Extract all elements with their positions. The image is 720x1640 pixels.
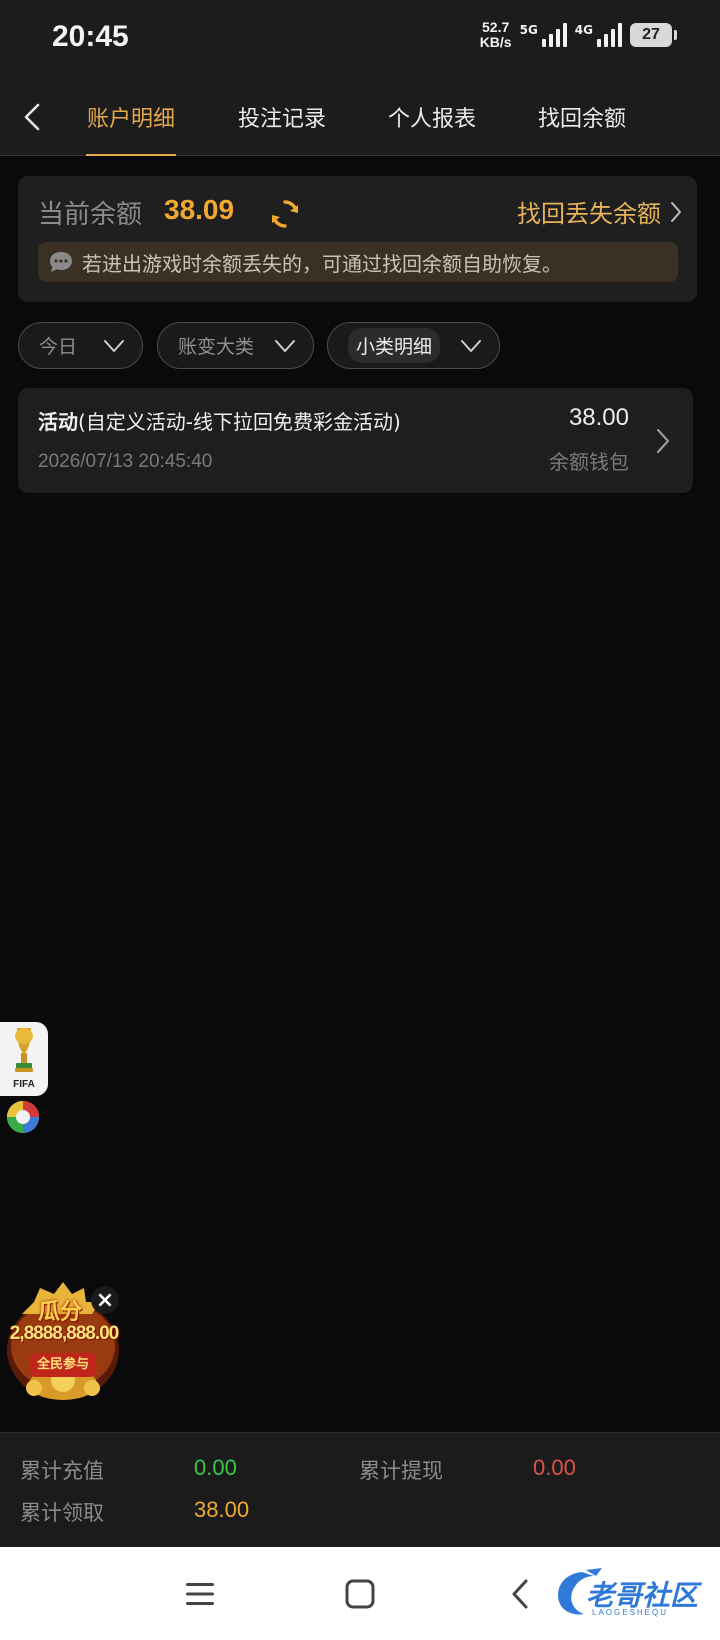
tab-personal-report[interactable]: 个人报表 (382, 78, 482, 156)
signal-4g-icon: 4G (575, 23, 622, 47)
chevron-right-icon (671, 201, 681, 222)
recent-apps-button[interactable] (180, 1577, 220, 1611)
total-withdraw-label: 累计提现 (359, 1459, 443, 1483)
chevron-down-icon (275, 340, 295, 352)
refresh-icon[interactable] (269, 198, 301, 230)
chevron-left-icon (24, 103, 40, 131)
top-nav: 账户明细 投注记录 个人报表 找回余额 (0, 78, 720, 156)
fifa-label: FIFA (13, 1079, 35, 1090)
filter-category-label: 账变大类 (178, 336, 255, 358)
home-square-icon (345, 1579, 375, 1609)
system-back-button[interactable] (500, 1577, 540, 1611)
total-recharge-value: 0.00 (194, 1455, 237, 1480)
world-cup-ball-icon[interactable] (6, 1100, 40, 1134)
chevron-right-icon (656, 428, 670, 454)
record-title: 活动(自定义活动-线下拉回免费彩金活动) (38, 406, 401, 435)
balance-card: 当前余额 38.09 找回丢失余额 若进出游戏时余额丢失的，可通过找回余额自助恢… (18, 176, 697, 302)
battery-icon: 27 (630, 23, 677, 47)
recover-lost-balance-link[interactable]: 找回丢失余额 (517, 194, 683, 229)
total-claimed-label: 累计领取 (20, 1501, 104, 1525)
trophy-icon (15, 1028, 33, 1072)
back-arrow-icon (512, 1579, 528, 1609)
tab-recover-balance[interactable]: 找回余额 (532, 78, 632, 156)
fifa-widget[interactable]: FIFA (0, 1022, 48, 1096)
record-datetime: 2026/07/13 20:45:40 (38, 451, 213, 472)
record-wallet: 余额钱包 (549, 450, 629, 474)
record-amount: 38.00 (568, 404, 629, 431)
filter-date[interactable]: 今日 (18, 322, 143, 369)
notice-text: 若进出游戏时余额丢失的，可通过找回余额自助恢复。 (82, 251, 562, 276)
total-claimed-value: 38.00 (194, 1497, 250, 1522)
promo-tagline: 全民参与 (30, 1353, 96, 1377)
home-button[interactable] (340, 1577, 380, 1611)
total-recharge-label: 累计充值 (20, 1459, 104, 1483)
record-type: 活动 (38, 410, 78, 434)
back-button[interactable] (14, 92, 50, 142)
signal-5g-icon: 5G (520, 23, 567, 47)
close-icon[interactable]: × (91, 1286, 119, 1314)
filter-category[interactable]: 账变大类 (157, 322, 314, 369)
total-withdraw-value: 0.00 (533, 1455, 576, 1480)
promo-amount: 2,8888,888.00 (9, 1323, 120, 1344)
promo-title: 瓜分 (37, 1300, 82, 1325)
chat-bubble-icon (50, 252, 72, 272)
record-detail: (自定义活动-线下拉回免费彩金活动) (78, 410, 401, 434)
summary-panel: 累计充值 0.00 累计提现 0.00 累计领取 38.00 (0, 1432, 720, 1547)
network-speed: 52.7 KB/s (479, 19, 512, 50)
watermark-subtext: LAOGESHEQU (592, 1608, 669, 1617)
tab-bet-records[interactable]: 投注记录 (232, 78, 332, 156)
clock: 20:45 (52, 20, 129, 53)
status-indicators: 52.7 KB/s 5G 4G 27 (479, 19, 677, 50)
chevron-down-icon (104, 340, 124, 352)
chevron-down-icon (461, 340, 481, 352)
filter-subcategory-label: 小类明细 (348, 328, 441, 363)
status-bar: 20:45 52.7 KB/s 5G 4G 27 (0, 0, 720, 78)
balance-notice: 若进出游戏时余额丢失的，可通过找回余额自助恢复。 (38, 242, 678, 282)
balance-label: 当前余额 (38, 200, 143, 230)
balance-value: 38.09 (164, 194, 235, 225)
recover-link-label: 找回丢失余额 (517, 200, 661, 228)
list-item[interactable]: 活动(自定义活动-线下拉回免费彩金活动) 2026/07/13 20:45:40… (18, 388, 693, 493)
filter-subcategory[interactable]: 小类明细 (327, 322, 500, 369)
filter-date-label: 今日 (39, 336, 78, 358)
menu-icon (186, 1583, 214, 1605)
tab-account-detail[interactable]: 账户明细 (86, 78, 176, 156)
